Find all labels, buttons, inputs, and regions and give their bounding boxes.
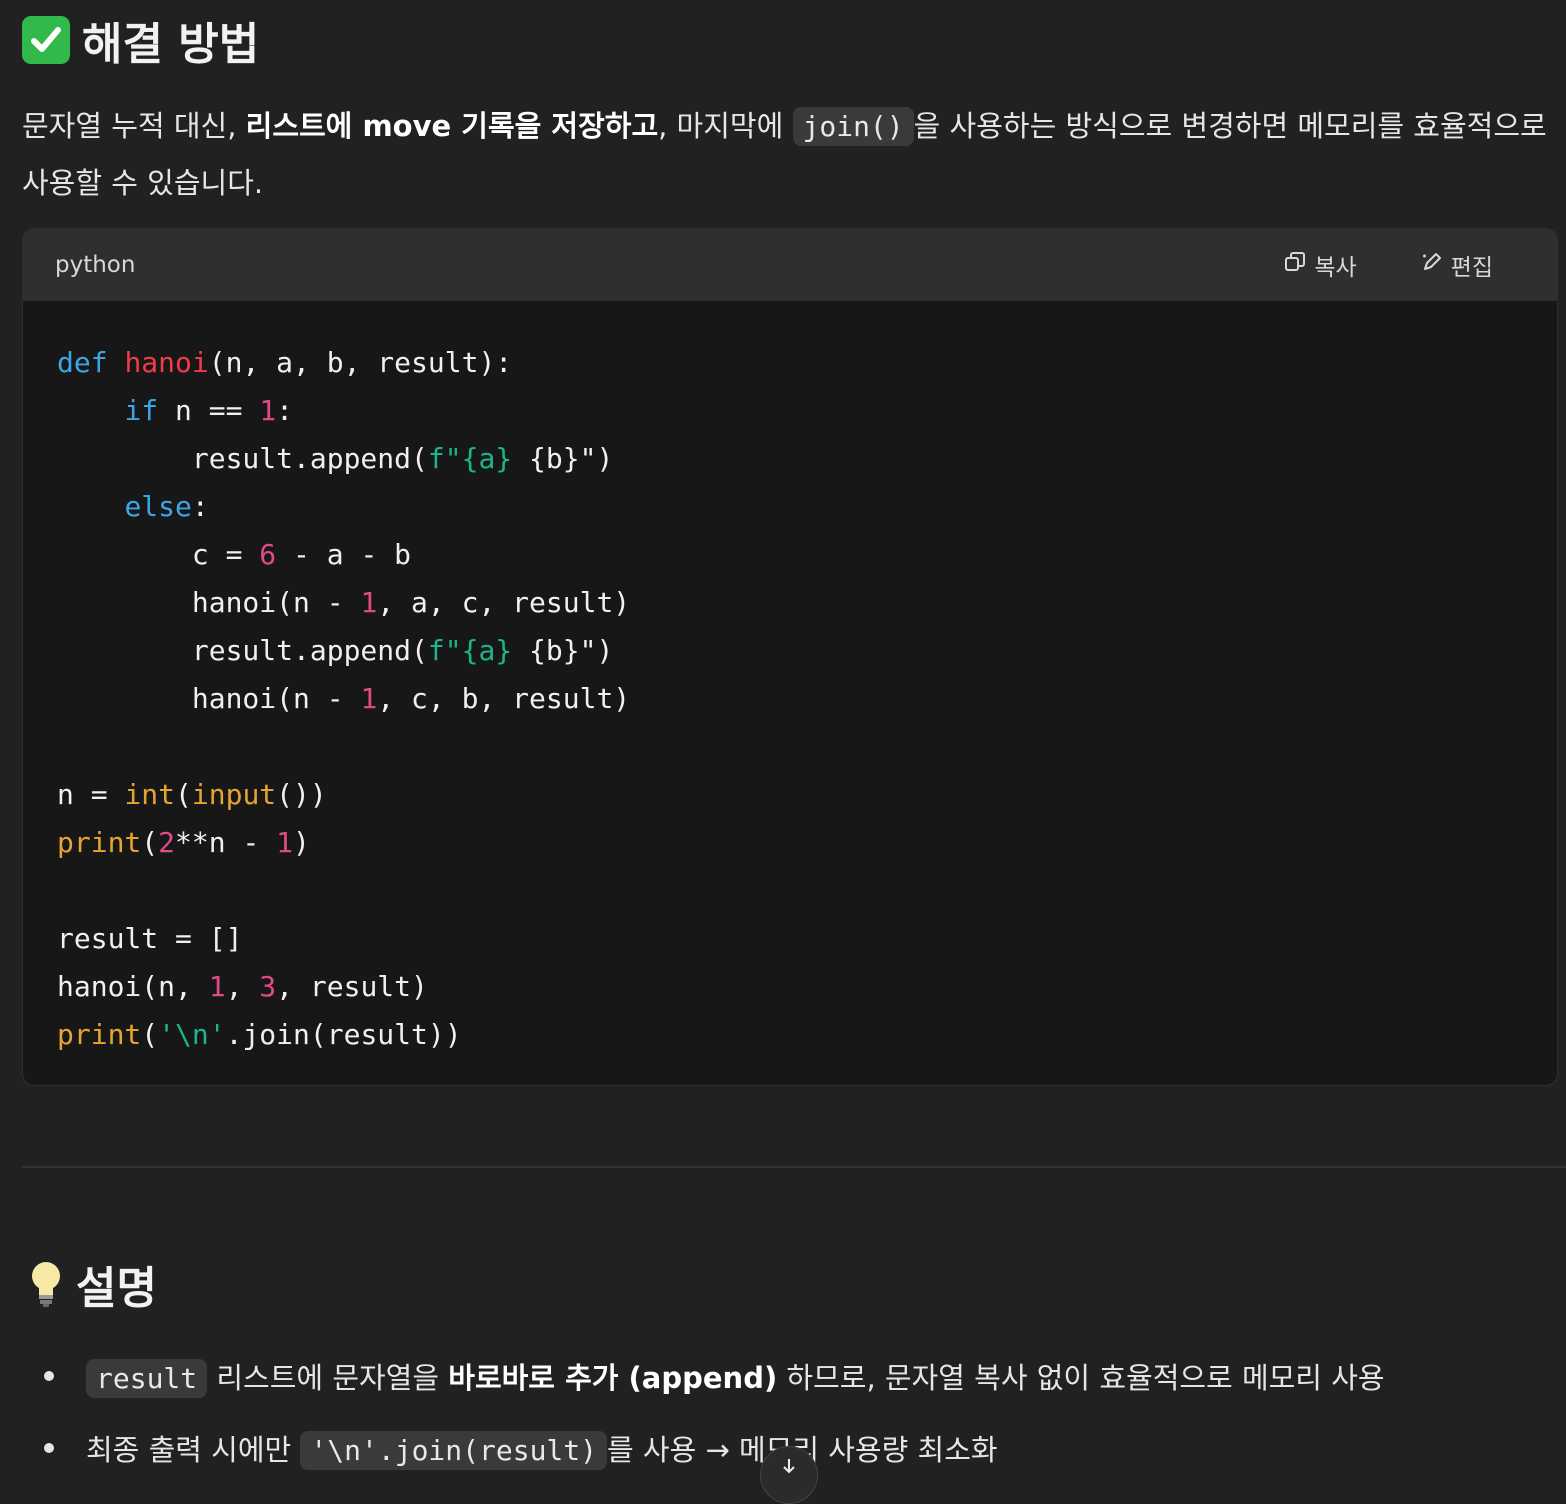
list-item-text: result 리스트에 문자열을 바로바로 추가 (append) 하므로, 문…: [86, 1355, 1385, 1398]
para-text-2: , 마지막에: [658, 109, 793, 143]
list-item-text: 최종 출력 시에만 '\n'.join(result)를 사용 → 메모리 사용…: [86, 1427, 998, 1470]
code-line: hanoi(n - 1, a, c, result): [191, 586, 631, 619]
edit-label: 편집: [1450, 255, 1493, 281]
code-line: hanoi(n - 1, c, b, result): [191, 682, 631, 715]
code-line: result.append(f"{a} {b}"): [191, 634, 614, 667]
check-icon: [22, 16, 70, 64]
code-block-header: python 복사 편집: [23, 229, 1557, 301]
copy-button[interactable]: 복사: [1284, 248, 1357, 282]
code-line: n = int(input()): [57, 778, 327, 811]
para-bold-1: 리스트에 move 기록을 저장하고: [245, 109, 659, 143]
list-item: result 리스트에 문자열을 바로바로 추가 (append) 하므로, 문…: [44, 1340, 1544, 1412]
code-line: else:: [124, 490, 209, 523]
inline-code-join: join(): [792, 107, 914, 146]
code-line: def hanoi(n, a, b, result):: [57, 346, 513, 379]
para-text-1: 문자열 누적 대신,: [22, 109, 246, 143]
heading-explanation: 설명: [28, 1252, 157, 1316]
section-divider: [22, 1166, 1566, 1168]
bullet-dot: [44, 1443, 54, 1453]
solution-paragraph: 문자열 누적 대신, 리스트에 move 기록을 저장하고, 마지막에 join…: [22, 98, 1552, 211]
bullet-dot: [44, 1371, 54, 1381]
copy-label: 복사: [1314, 255, 1357, 281]
lightbulb-icon: [28, 1259, 64, 1309]
code-content: def hanoi(n, a, b, result): if n == 1: r…: [23, 301, 1557, 1085]
heading-solution-text: 해결 방법: [82, 19, 260, 70]
pencil-icon: [1421, 251, 1443, 279]
code-line: result = []: [57, 922, 243, 955]
code-line: result.append(f"{a} {b}"): [191, 442, 614, 475]
inline-code-result: result: [86, 1359, 208, 1398]
inline-code-join-result: '\n'.join(result): [300, 1431, 607, 1470]
code-language-label: python: [55, 252, 136, 278]
code-line: print(2**n - 1): [57, 826, 310, 859]
copy-icon: [1284, 251, 1306, 279]
code-line: hanoi(n, 1, 3, result): [57, 970, 428, 1003]
heading-solution: 해결 방법: [22, 8, 259, 72]
edit-button[interactable]: 편집: [1421, 248, 1493, 282]
arrow-down-icon: [780, 1457, 798, 1503]
scroll-down-button[interactable]: [760, 1446, 818, 1504]
heading-explanation-text: 설명: [76, 1263, 157, 1314]
code-line: if n == 1:: [124, 394, 294, 427]
code-block: python 복사 편집 def hanoi(n, a, b, result):…: [22, 228, 1558, 1086]
code-line: c = 6 - a - b: [191, 538, 412, 571]
code-line: print('\n'.join(result)): [57, 1018, 462, 1051]
